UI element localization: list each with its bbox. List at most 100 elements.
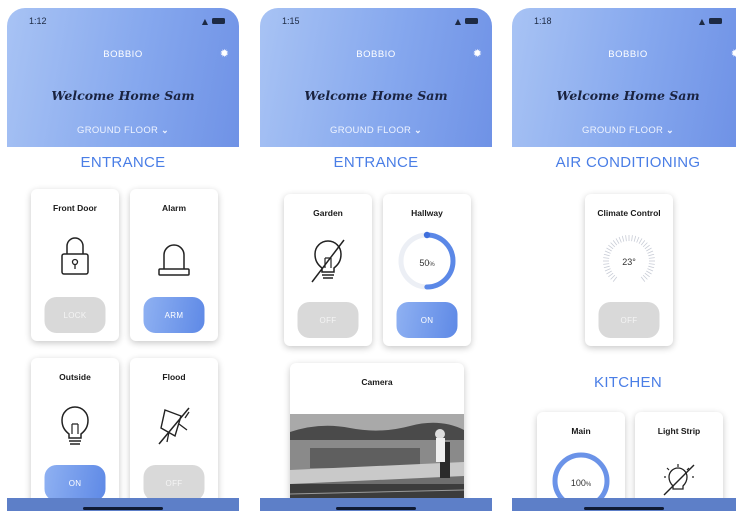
dial-tick bbox=[633, 235, 637, 242]
battery-icon bbox=[465, 18, 478, 24]
welcome-message: Welcome Home Sam bbox=[51, 88, 195, 103]
status-bar: 1:15 ▲ bbox=[260, 8, 492, 34]
wifi-icon: ▲ bbox=[201, 16, 208, 26]
home-indicator[interactable] bbox=[336, 507, 416, 510]
card-title: Main bbox=[571, 426, 591, 436]
floor-selector[interactable]: GROUND FLOOR ⌄ bbox=[7, 125, 239, 136]
dial-tick bbox=[612, 276, 618, 282]
app-screenshot-stage: 1:12 ▲ BOBBIO ✹ Welcome Home Sam GROUND … bbox=[0, 0, 736, 511]
floor-label: GROUND FLOOR bbox=[330, 125, 412, 136]
section-title-kitchen: KITCHEN bbox=[594, 374, 662, 391]
dial-tick bbox=[640, 276, 646, 282]
dial-tick bbox=[612, 240, 618, 246]
status-time: 1:12 bbox=[29, 16, 47, 26]
device-card-main[interactable]: Main 100% bbox=[537, 412, 625, 511]
light-on-button[interactable]: ON bbox=[44, 465, 106, 501]
status-time: 1:18 bbox=[534, 16, 552, 26]
chevron-down-icon: ⌄ bbox=[161, 125, 169, 135]
section-title: ENTRANCE bbox=[80, 154, 166, 171]
dial-tick bbox=[604, 268, 611, 272]
home-indicator-bar bbox=[512, 498, 736, 511]
device-card-front-door[interactable]: Front Door LOCK bbox=[31, 189, 119, 341]
app-title: BOBBIO bbox=[608, 49, 648, 60]
status-bar: 1:12 ▲ bbox=[7, 8, 239, 34]
dial-tick bbox=[646, 270, 652, 275]
home-indicator-bar bbox=[7, 498, 239, 511]
alarm-bell-icon bbox=[158, 244, 190, 276]
dimmer-percent: 50 bbox=[419, 258, 430, 268]
temperature-readout: 23° bbox=[622, 257, 636, 267]
dial-tick bbox=[647, 268, 654, 272]
camera-feed-icon[interactable] bbox=[290, 414, 464, 511]
phone-screen-1: 1:12 ▲ BOBBIO ✹ Welcome Home Sam GROUND … bbox=[7, 8, 239, 511]
light-strip-off-icon bbox=[663, 464, 695, 496]
dial-tick bbox=[603, 253, 610, 257]
light-bulb-off-icon bbox=[311, 239, 345, 283]
hallway-on-button[interactable]: ON bbox=[396, 302, 458, 338]
floor-label: GROUND FLOOR bbox=[582, 125, 664, 136]
status-icons: ▲ bbox=[699, 17, 722, 26]
floor-selector[interactable]: GROUND FLOOR ⌄ bbox=[512, 125, 736, 136]
dial-tick bbox=[636, 236, 640, 243]
dimmer-unit: % bbox=[585, 482, 592, 488]
card-title: Hallway bbox=[411, 208, 443, 218]
arm-button[interactable]: ARM bbox=[143, 297, 205, 333]
device-card-camera[interactable]: Camera bbox=[290, 363, 464, 511]
dial-tick bbox=[606, 247, 612, 252]
dial-tick bbox=[621, 235, 625, 242]
device-card-outside[interactable]: Outside ON bbox=[31, 358, 119, 508]
wifi-icon: ▲ bbox=[698, 16, 705, 26]
gear-icon[interactable]: ✹ bbox=[473, 47, 482, 60]
dial-tick bbox=[615, 238, 620, 244]
card-title: Alarm bbox=[161, 203, 187, 213]
floor-selector[interactable]: GROUND FLOOR ⌄ bbox=[260, 125, 492, 136]
dial-tick bbox=[648, 253, 655, 257]
card-title: Camera bbox=[361, 377, 393, 387]
home-indicator[interactable] bbox=[83, 507, 163, 510]
device-card-light-strip[interactable]: Light Strip bbox=[635, 412, 723, 511]
chevron-down-icon: ⌄ bbox=[414, 125, 422, 135]
dial-tick bbox=[606, 270, 612, 275]
header: 1:15 ▲ BOBBIO ✹ Welcome Home Sam GROUND … bbox=[260, 8, 492, 147]
dial-tick bbox=[644, 244, 650, 250]
dimmer-percent: 100 bbox=[570, 478, 586, 488]
header: 1:12 ▲ BOBBIO ✹ Welcome Home Sam GROUND … bbox=[7, 8, 239, 147]
section-title: ENTRANCE bbox=[333, 154, 419, 171]
flood-off-button[interactable]: OFF bbox=[143, 465, 205, 501]
device-card-hallway[interactable]: Hallway 50% ON bbox=[383, 194, 471, 346]
card-title: Light Strip bbox=[657, 426, 701, 436]
header: 1:18 ▲ BOBBIO ✹ Welcome Home Sam GROUND … bbox=[512, 8, 736, 147]
app-title: BOBBIO bbox=[103, 49, 143, 60]
status-icons: ▲ bbox=[455, 17, 478, 26]
dial-tick bbox=[644, 272, 650, 278]
dimmer-knob[interactable] bbox=[423, 231, 431, 239]
floor-label: GROUND FLOOR bbox=[77, 125, 159, 136]
garden-off-button[interactable]: OFF bbox=[297, 302, 359, 338]
dial-tick bbox=[642, 242, 648, 248]
light-bulb-icon bbox=[61, 406, 89, 445]
device-card-garden[interactable]: Garden OFF bbox=[284, 194, 372, 346]
home-indicator[interactable] bbox=[584, 507, 664, 510]
climate-off-button[interactable]: OFF bbox=[598, 302, 660, 338]
dimmer-value: 50% bbox=[383, 258, 471, 268]
card-title: Front Door bbox=[53, 203, 97, 213]
card-title: Climate Control bbox=[597, 208, 661, 218]
battery-icon bbox=[212, 18, 225, 24]
device-card-climate-control[interactable]: Climate Control 23° OFF bbox=[585, 194, 673, 346]
card-title: Outside bbox=[59, 372, 91, 382]
battery-icon bbox=[709, 18, 722, 24]
dial-tick bbox=[610, 242, 616, 248]
gear-icon[interactable]: ✹ bbox=[220, 47, 229, 60]
dial-tick bbox=[647, 250, 654, 254]
lock-button[interactable]: LOCK bbox=[44, 297, 106, 333]
device-card-alarm[interactable]: Alarm ARM bbox=[130, 189, 218, 341]
phone-screen-2: 1:15 ▲ BOBBIO ✹ Welcome Home Sam GROUND … bbox=[260, 8, 492, 511]
card-title: Garden bbox=[313, 208, 343, 218]
device-card-flood[interactable]: Flood OFF bbox=[130, 358, 218, 508]
dial-tick bbox=[638, 238, 643, 244]
dial-tick bbox=[610, 274, 616, 280]
gear-icon[interactable]: ✹ bbox=[731, 47, 736, 60]
welcome-message: Welcome Home Sam bbox=[304, 88, 448, 103]
dial-tick bbox=[608, 272, 614, 278]
dial-tick bbox=[608, 244, 614, 250]
